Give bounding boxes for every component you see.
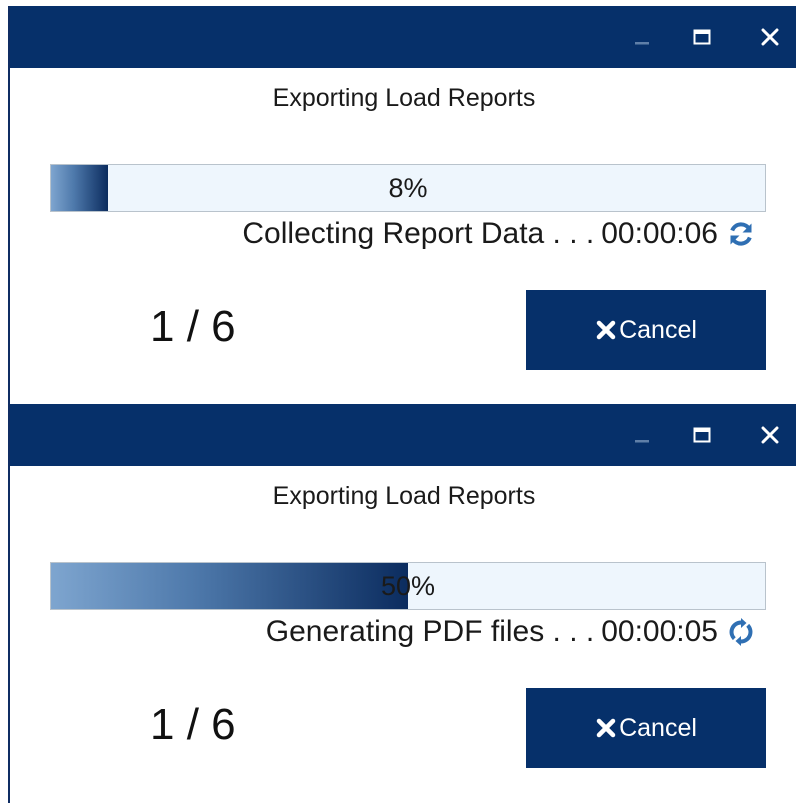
progress-percent: 50% — [380, 570, 436, 601]
dialog-title: Exporting Load Reports — [272, 482, 536, 510]
status-row: Generating PDF files . . . 00:00:05 — [266, 612, 756, 652]
status-text: Collecting Report Data . . . — [242, 217, 595, 250]
item-counter: 1 / 6 — [150, 700, 236, 749]
minimize-button[interactable] — [622, 404, 662, 466]
maximize-button[interactable] — [682, 6, 722, 68]
maximize-icon — [693, 29, 711, 45]
cancel-label: Cancel — [619, 713, 697, 742]
status-row: Collecting Report Data . . . 00:00:06 — [242, 214, 756, 254]
export-dialog-1: Exporting Load Reports 8% Collecting Rep… — [8, 6, 796, 405]
sync-icon — [726, 617, 756, 647]
close-icon — [761, 28, 779, 46]
minimize-icon — [635, 440, 649, 443]
cancel-button[interactable]: Cancel — [526, 290, 766, 370]
title-bar[interactable] — [10, 6, 796, 68]
maximize-icon — [693, 427, 711, 443]
progress-percent: 8% — [388, 172, 428, 203]
export-dialog-2: Exporting Load Reports 50% Generating PD… — [8, 404, 796, 803]
close-icon — [595, 319, 617, 341]
elapsed-time: 00:00:06 — [601, 217, 718, 250]
refresh-icon — [726, 219, 756, 249]
close-window-button[interactable] — [750, 404, 790, 466]
progress-bar: 8% — [50, 164, 766, 212]
item-counter: 1 / 6 — [150, 302, 236, 351]
minimize-button[interactable] — [622, 6, 662, 68]
cancel-label: Cancel — [619, 315, 697, 344]
maximize-button[interactable] — [682, 404, 722, 466]
close-icon — [595, 717, 617, 739]
close-icon — [761, 426, 779, 444]
title-bar[interactable] — [10, 404, 796, 466]
minimize-icon — [635, 42, 649, 45]
cancel-button[interactable]: Cancel — [526, 688, 766, 768]
status-text: Generating PDF files . . . — [265, 615, 595, 648]
progress-bar: 50% — [50, 562, 766, 610]
close-window-button[interactable] — [750, 6, 790, 68]
elapsed-time: 00:00:05 — [601, 615, 718, 648]
dialog-title: Exporting Load Reports — [272, 84, 536, 112]
